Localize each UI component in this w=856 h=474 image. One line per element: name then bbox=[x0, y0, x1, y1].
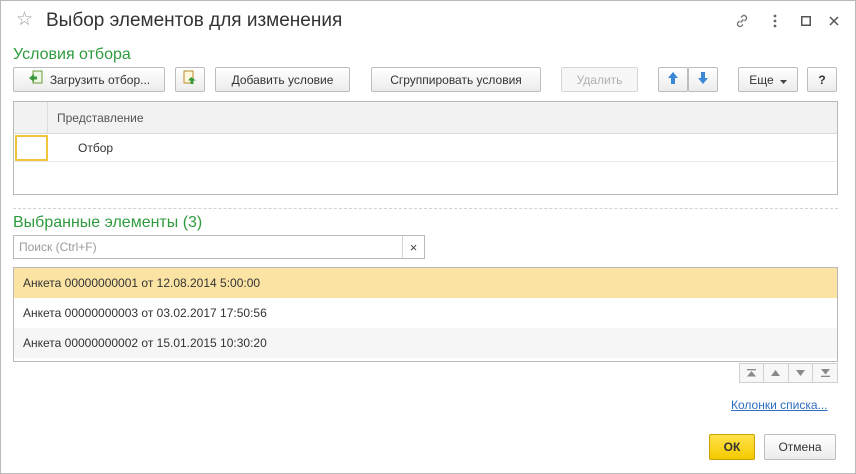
help-button[interactable]: ? bbox=[807, 67, 837, 92]
prev-icon[interactable] bbox=[763, 363, 789, 383]
save-filter-button[interactable] bbox=[175, 67, 205, 92]
list-item[interactable]: Анкета 00000000001 от 12.08.2014 5:00:00 bbox=[14, 268, 837, 298]
search-box: × bbox=[13, 235, 425, 259]
last-icon[interactable] bbox=[813, 363, 838, 383]
ok-label: ОК bbox=[723, 440, 741, 454]
ok-button[interactable]: ОК bbox=[709, 434, 755, 460]
grid-row[interactable]: Отбор bbox=[14, 134, 837, 162]
list-item[interactable]: Анкета 00000000002 от 15.01.2015 10:30:2… bbox=[14, 328, 837, 358]
move-up-button[interactable] bbox=[658, 67, 688, 92]
list-navigation bbox=[739, 363, 838, 383]
load-filter-icon bbox=[28, 70, 44, 89]
move-down-button[interactable] bbox=[688, 67, 718, 92]
title-bar: ☆ Выбор элементов для изменения bbox=[1, 1, 855, 41]
cancel-label: Отмена bbox=[778, 440, 822, 454]
chevron-down-icon bbox=[779, 73, 787, 87]
more-vertical-icon[interactable] bbox=[765, 11, 785, 31]
dialog-window: ☆ Выбор элементов для изменения Условия … bbox=[0, 0, 856, 474]
column-header-representation[interactable]: Представление bbox=[57, 111, 144, 125]
star-icon[interactable]: ☆ bbox=[16, 10, 36, 30]
group-conditions-button[interactable]: Сгруппировать условия bbox=[371, 67, 541, 92]
window-title: Выбор элементов для изменения bbox=[46, 10, 343, 31]
first-icon[interactable] bbox=[739, 363, 764, 383]
list-columns-link[interactable]: Колонки списка... bbox=[731, 398, 828, 412]
maximize-icon[interactable] bbox=[796, 11, 816, 31]
help-label: ? bbox=[818, 72, 826, 87]
cancel-button[interactable]: Отмена bbox=[764, 434, 836, 460]
search-input[interactable] bbox=[14, 236, 402, 258]
save-filter-icon bbox=[182, 70, 198, 89]
clear-search-icon[interactable]: × bbox=[402, 236, 424, 258]
grid-checkbox-column bbox=[14, 102, 48, 133]
group-conditions-label: Сгруппировать условия bbox=[390, 72, 522, 87]
grid-row-label: Отбор bbox=[78, 141, 114, 155]
grid-selected-cell[interactable] bbox=[15, 135, 48, 161]
add-condition-button[interactable]: Добавить условие bbox=[215, 67, 350, 92]
grid-header: Представление bbox=[14, 102, 837, 134]
delete-button[interactable]: Удалить bbox=[561, 67, 638, 92]
link-icon[interactable] bbox=[732, 11, 752, 31]
next-icon[interactable] bbox=[788, 363, 814, 383]
add-condition-label: Добавить условие bbox=[231, 72, 334, 87]
delete-label: Удалить bbox=[576, 72, 623, 87]
more-label: Еще bbox=[749, 72, 774, 87]
more-button[interactable]: Еще bbox=[738, 67, 798, 92]
arrow-up-icon bbox=[667, 71, 679, 88]
list-item[interactable]: Анкета 00000000003 от 03.02.2017 17:50:5… bbox=[14, 298, 837, 328]
filter-section-title: Условия отбора bbox=[13, 46, 131, 63]
selected-items-list: Анкета 00000000001 от 12.08.2014 5:00:00… bbox=[13, 267, 838, 362]
load-filter-button[interactable]: Загрузить отбор... bbox=[13, 67, 165, 92]
load-filter-label: Загрузить отбор... bbox=[49, 72, 151, 87]
selected-section-title: Выбранные элементы (3) bbox=[13, 214, 203, 231]
filter-grid: Представление Отбор bbox=[13, 101, 838, 195]
section-divider bbox=[13, 208, 838, 209]
arrow-down-icon bbox=[697, 71, 709, 88]
close-icon[interactable] bbox=[824, 11, 844, 31]
